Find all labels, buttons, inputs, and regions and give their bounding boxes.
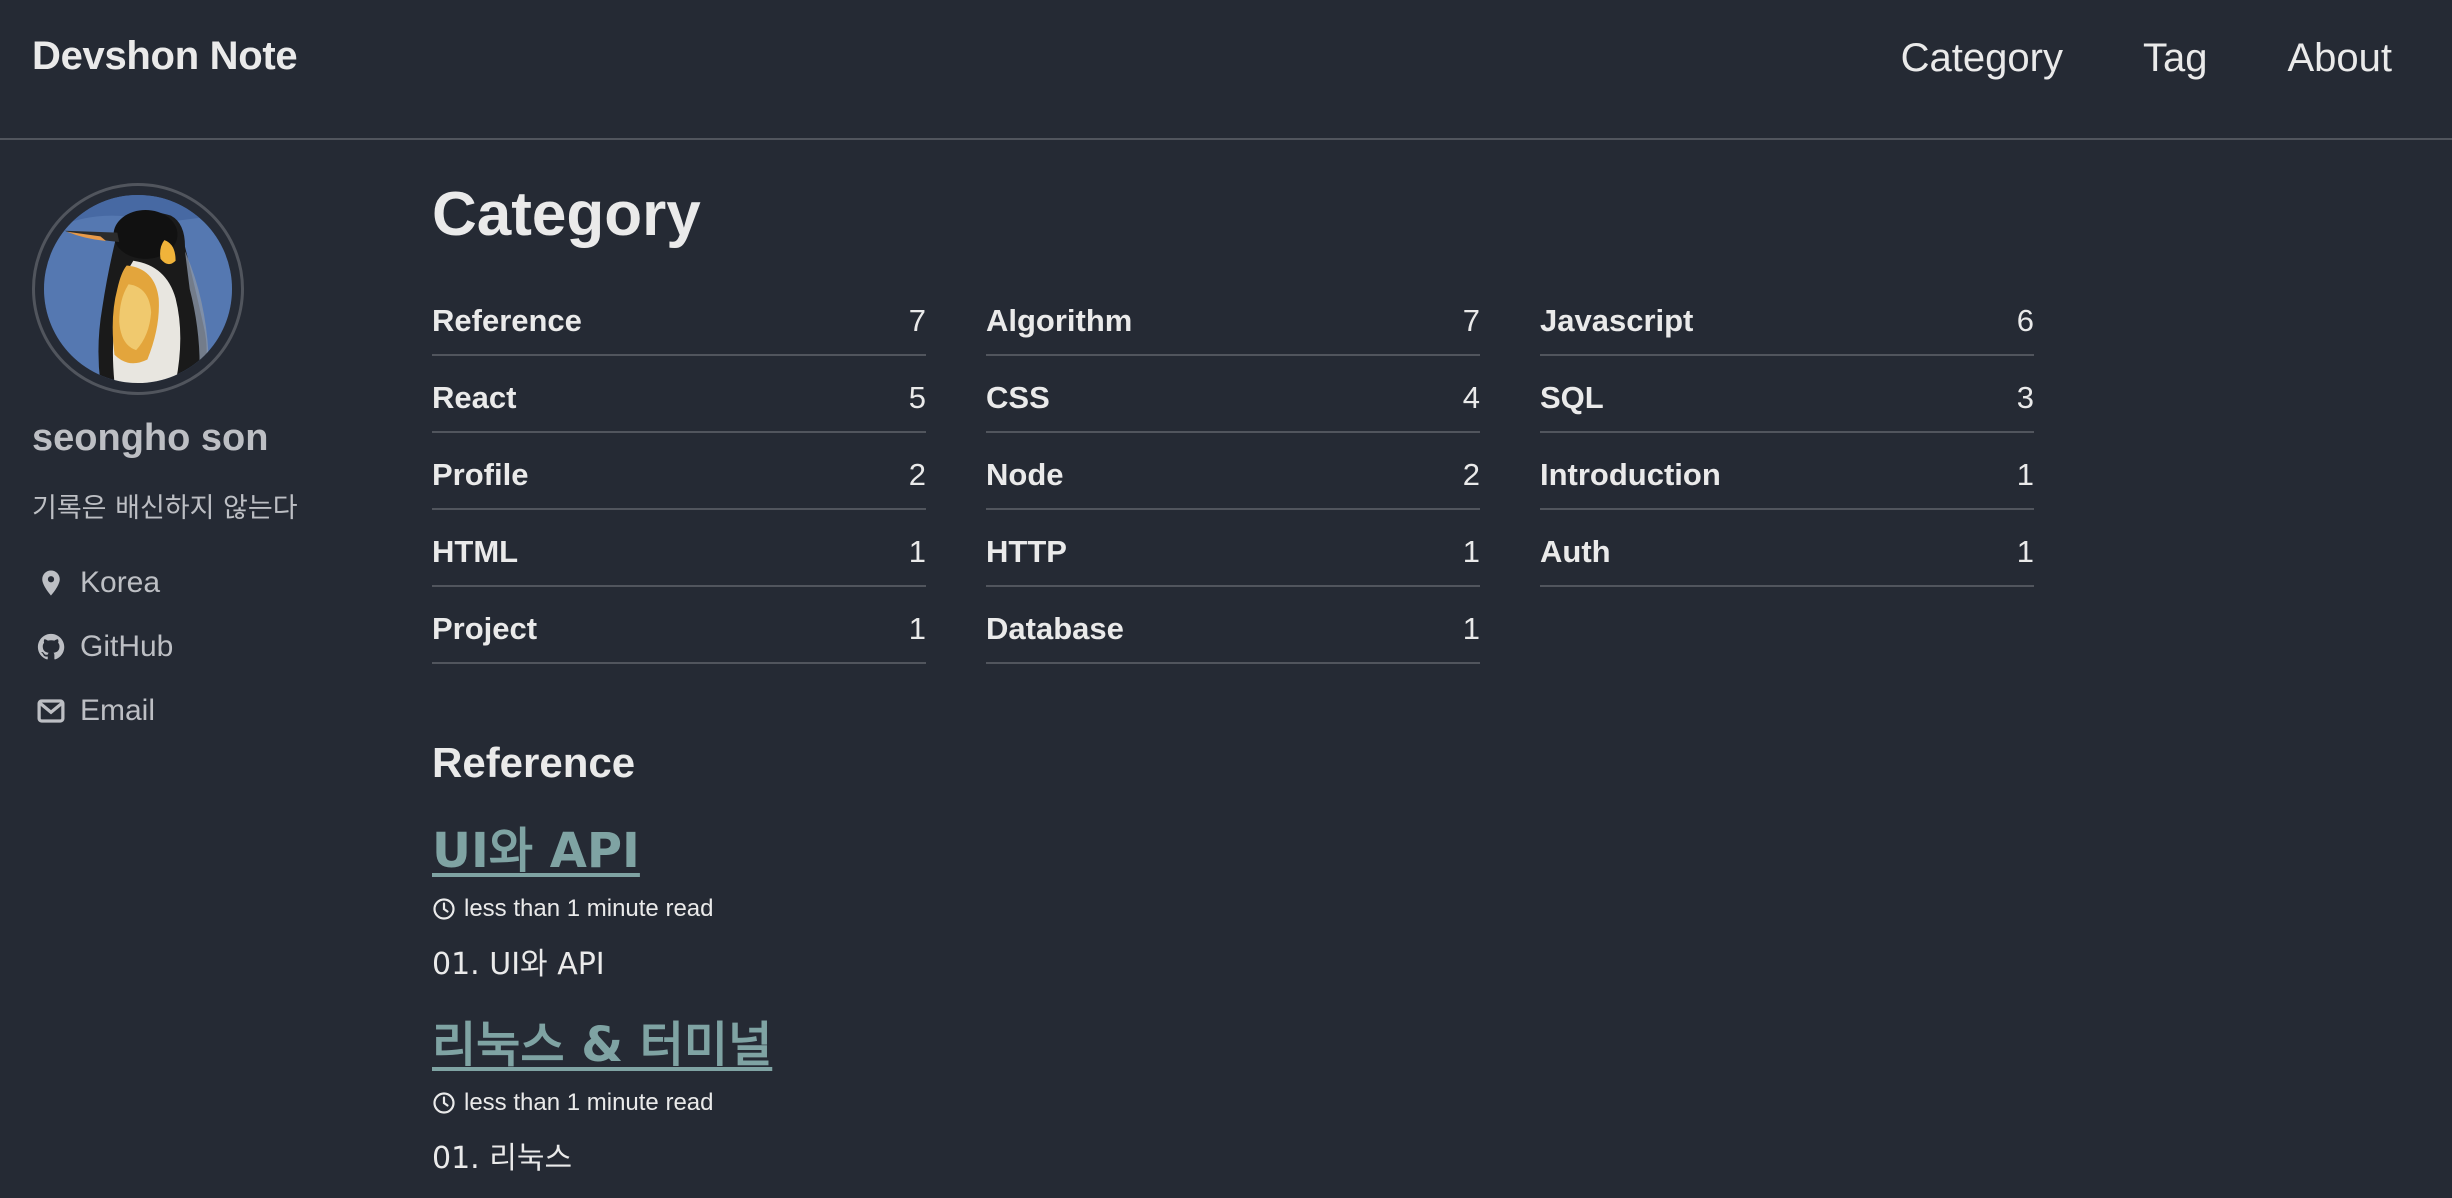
category-item-node[interactable]: Node 2 <box>986 436 1480 510</box>
category-name: Project <box>432 611 538 646</box>
post-excerpt: 01. UI와 API <box>432 947 605 982</box>
clock-icon <box>433 898 455 920</box>
author-name: seongho son <box>32 417 269 459</box>
author-location: Korea <box>32 563 372 603</box>
post-meta: less than 1 minute read <box>432 1089 2032 1117</box>
category-count: 1 <box>2016 457 2034 492</box>
category-name: Node <box>986 457 1064 492</box>
category-item-sql[interactable]: SQL 3 <box>1540 359 2034 433</box>
category-name: Database <box>986 611 1124 646</box>
location-pin-icon <box>42 570 60 596</box>
category-count: 1 <box>908 611 926 646</box>
category-count: 2 <box>908 457 926 492</box>
post-excerpt: 01. 리눅스 <box>432 1141 573 1176</box>
author-email-link[interactable]: Email <box>32 691 372 731</box>
author-location-label: Korea <box>80 566 161 599</box>
category-item-javascript[interactable]: Javascript 6 <box>1540 282 2034 356</box>
category-count: 7 <box>1462 303 1480 338</box>
author-links: Korea GitHub Email <box>32 563 372 731</box>
author-email-label: Email <box>80 694 156 727</box>
author-bio: 기록은 배신하지 않는다 <box>32 493 298 524</box>
category-name: React <box>432 380 517 415</box>
main-content: Category Reference 7 React 5 Profile 2 H… <box>432 170 2034 1177</box>
category-column: Javascript 6 SQL 3 Introduction 1 Auth 1 <box>1540 282 2034 667</box>
category-item-css[interactable]: CSS 4 <box>986 359 1480 433</box>
category-column: Reference 7 React 5 Profile 2 HTML 1 Pro… <box>432 282 926 667</box>
category-name: HTTP <box>986 534 1067 569</box>
post-meta: less than 1 minute read <box>432 895 2032 923</box>
top-nav: Category Tag About <box>1901 36 2392 81</box>
category-count: 1 <box>2016 534 2034 569</box>
masthead: Devshon Note Category Tag About <box>0 0 2452 140</box>
category-item-profile[interactable]: Profile 2 <box>432 436 926 510</box>
nav-tag-link[interactable]: Tag <box>2143 36 2208 81</box>
avatar <box>32 183 244 395</box>
category-count: 5 <box>908 380 926 415</box>
site-title-link[interactable]: Devshon Note <box>32 34 298 79</box>
category-item-introduction[interactable]: Introduction 1 <box>1540 436 2034 510</box>
category-count: 1 <box>1462 534 1480 569</box>
section-title: Reference <box>432 739 636 786</box>
category-count: 1 <box>908 534 926 569</box>
post-item: UI와 API less than 1 minute read 01. UI와 … <box>432 821 2032 983</box>
category-item-html[interactable]: HTML 1 <box>432 513 926 587</box>
post-title-link[interactable]: UI와 API <box>432 821 640 881</box>
category-count: 1 <box>1462 611 1480 646</box>
category-count: 2 <box>1462 457 1480 492</box>
github-icon <box>37 633 65 660</box>
author-github-label: GitHub <box>80 630 174 663</box>
category-name: Javascript <box>1540 303 1694 338</box>
nav-category-link[interactable]: Category <box>1901 36 2063 81</box>
category-name: Algorithm <box>986 303 1133 338</box>
post-read-time: less than 1 minute read <box>464 1089 714 1116</box>
category-item-database[interactable]: Database 1 <box>986 590 1480 664</box>
category-item-auth[interactable]: Auth 1 <box>1540 513 2034 587</box>
category-item-reference[interactable]: Reference 7 <box>432 282 926 356</box>
category-item-react[interactable]: React 5 <box>432 359 926 433</box>
clock-icon <box>433 1092 455 1114</box>
author-sidebar: seongho son 기록은 배신하지 않는다 Korea GitHub Em… <box>32 183 372 755</box>
post-title-link[interactable]: 리눅스 & 터미널 <box>432 1015 772 1075</box>
category-item-project[interactable]: Project 1 <box>432 590 926 664</box>
category-name: CSS <box>986 380 1050 415</box>
category-name: HTML <box>432 534 519 569</box>
penguin-avatar-image <box>44 195 232 383</box>
category-item-algorithm[interactable]: Algorithm 7 <box>986 282 1480 356</box>
category-item-http[interactable]: HTTP 1 <box>986 513 1480 587</box>
category-grid: Reference 7 React 5 Profile 2 HTML 1 Pro… <box>432 282 2034 667</box>
category-name: Auth <box>1540 534 1611 569</box>
category-count: 3 <box>2016 380 2034 415</box>
envelope-icon <box>37 699 65 723</box>
category-name: Profile <box>432 457 529 492</box>
post-item: 리눅스 & 터미널 less than 1 minute read 01. 리눅… <box>432 1015 2032 1177</box>
nav-about-link[interactable]: About <box>2287 36 2392 81</box>
page-title: Category <box>432 180 701 249</box>
author-github-link[interactable]: GitHub <box>32 627 372 667</box>
category-name: Reference <box>432 303 582 338</box>
category-count: 6 <box>2016 303 2034 338</box>
category-name: SQL <box>1540 380 1604 415</box>
category-name: Introduction <box>1540 457 1721 492</box>
post-read-time: less than 1 minute read <box>464 895 714 922</box>
category-count: 4 <box>1462 380 1480 415</box>
category-count: 7 <box>908 303 926 338</box>
category-column: Algorithm 7 CSS 4 Node 2 HTTP 1 Database… <box>986 282 1480 667</box>
